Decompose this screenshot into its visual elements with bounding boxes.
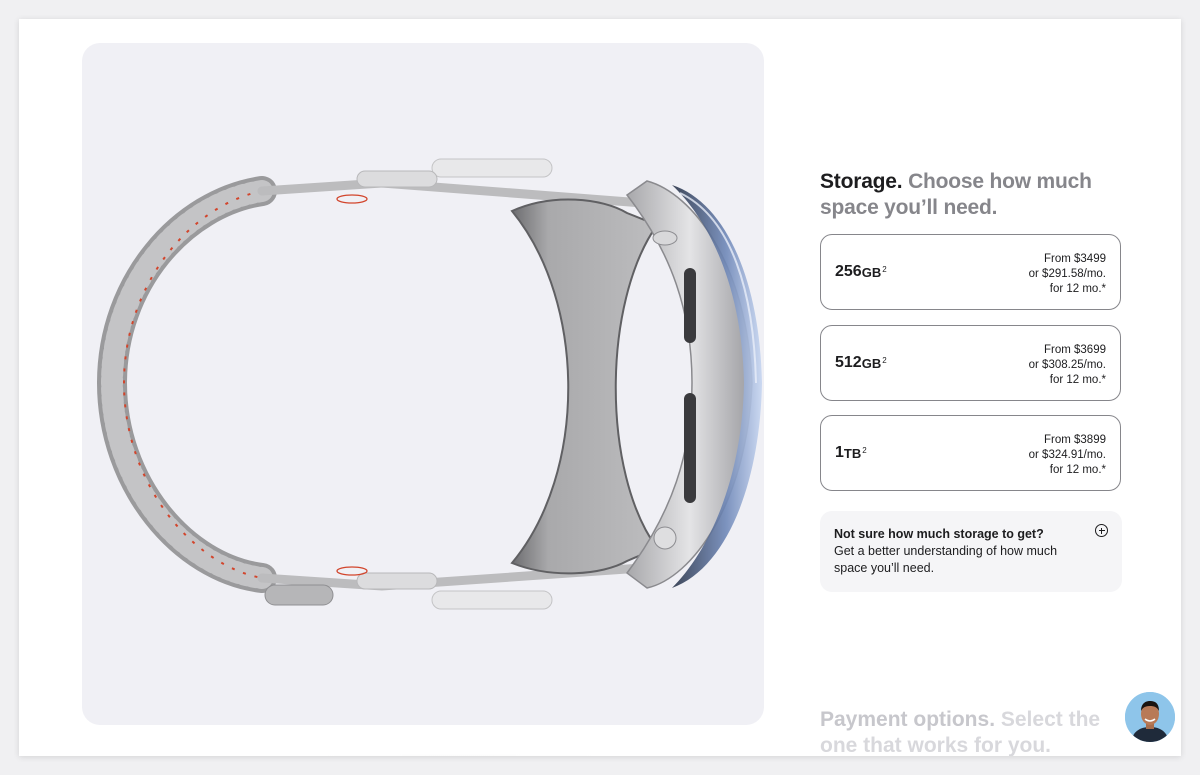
storage-help-box[interactable]: Not sure how much storage to get? Get a … — [820, 511, 1122, 592]
option-price: From $3699 or $308.25/mo. for 12 mo.* — [1029, 343, 1106, 388]
capacity-footnote: 2 — [862, 445, 867, 455]
price-monthly: or $324.91/mo. — [1028, 449, 1106, 461]
capacity-footnote: 2 — [882, 264, 887, 274]
page: Storage. Choose how much space you’ll ne… — [19, 19, 1181, 756]
price-from: From $3699 — [1043, 344, 1106, 356]
storage-title: Storage. — [820, 170, 903, 193]
capacity-value: 512 — [835, 354, 862, 371]
capacity-unit: TB — [843, 445, 862, 461]
capacity-footnote: 2 — [882, 355, 887, 365]
option-price: From $3899 or $324.91/mo. for 12 mo.* — [1029, 433, 1106, 478]
price-from: From $3499 — [1043, 253, 1106, 265]
option-capacity: 512 GB 2 — [835, 326, 887, 400]
payment-heading: Payment options. Select the one that wor… — [820, 707, 1120, 756]
price-monthly: or $291.58/mo. — [1028, 268, 1106, 280]
help-answer: Get a better understanding of how much s… — [834, 544, 1058, 575]
storage-option-256gb[interactable]: 256 GB 2 From $3499 or $291.58/mo. for 1… — [820, 234, 1121, 310]
vision-pro-headset-image — [96, 158, 762, 610]
option-capacity: 1 TB 2 — [835, 416, 867, 490]
option-capacity: 256 GB 2 — [835, 235, 887, 309]
bottom-shadow — [129, 754, 789, 756]
option-price: From $3499 or $291.58/mo. for 12 mo.* — [1029, 252, 1106, 297]
capacity-unit: GB — [861, 355, 882, 371]
price-from: From $3899 — [1043, 434, 1106, 446]
storage-option-1tb[interactable]: 1 TB 2 From $3899 or $324.91/mo. for 12 … — [820, 415, 1121, 491]
price-term: for 12 mo.* — [1049, 374, 1106, 386]
capacity-unit: GB — [861, 264, 882, 280]
price-term: for 12 mo.* — [1049, 283, 1106, 295]
capacity-value: 256 — [835, 263, 862, 280]
person-icon — [1125, 692, 1175, 742]
help-question: Not sure how much storage to get? — [834, 527, 1044, 541]
product-image-panel — [82, 43, 764, 725]
price-term: for 12 mo.* — [1049, 464, 1106, 476]
storage-option-512gb[interactable]: 512 GB 2 From $3699 or $308.25/mo. for 1… — [820, 325, 1121, 401]
storage-heading: Storage. Choose how much space you’ll ne… — [820, 169, 1120, 221]
price-monthly: or $308.25/mo. — [1028, 359, 1106, 371]
capacity-value: 1 — [835, 444, 844, 461]
payment-title: Payment options. — [820, 708, 996, 731]
user-avatar[interactable] — [1125, 692, 1175, 742]
plus-circle-icon[interactable] — [1095, 524, 1108, 537]
